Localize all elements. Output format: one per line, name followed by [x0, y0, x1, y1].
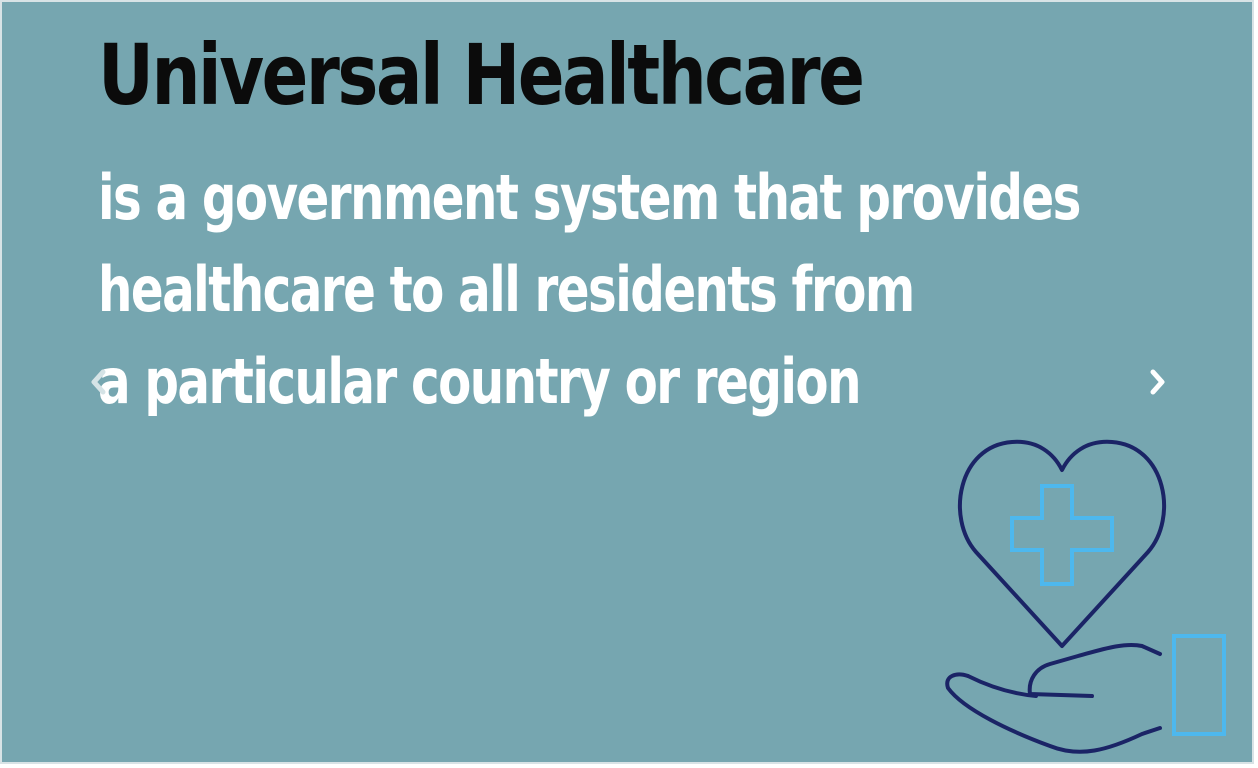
slide-subtitle: is a government system that provides hea… [98, 152, 1081, 428]
carousel-slide: Universal Healthcare is a government sys… [0, 0, 1254, 764]
carousel-prev-button[interactable] [78, 362, 118, 402]
carousel-next-button[interactable] [1138, 362, 1178, 402]
subtitle-line: is a government system that provides [98, 161, 1081, 234]
slide-title: Universal Healthcare [98, 26, 865, 124]
chevron-left-icon [91, 369, 106, 395]
chevron-right-icon [1150, 369, 1165, 395]
heart-medical-cross-hand-icon [945, 439, 1226, 754]
subtitle-line: healthcare to all residents from [98, 253, 915, 326]
subtitle-line: a particular country or region [98, 345, 861, 418]
